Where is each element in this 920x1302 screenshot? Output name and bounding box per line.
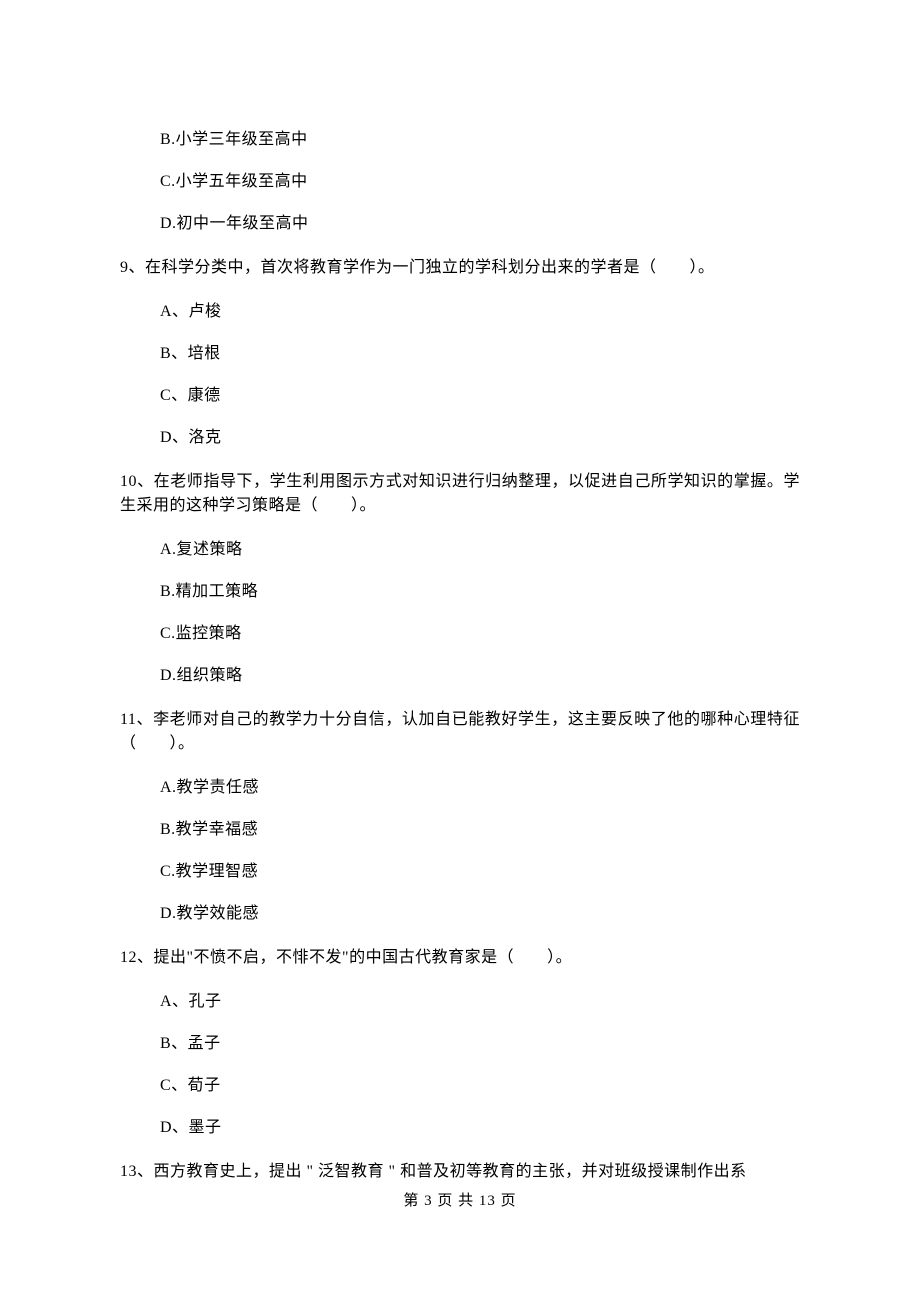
- pretext-option-d: D.初中一年级至高中: [160, 212, 800, 236]
- question-11-stem: 11、李老师对自己的教学力十分自信，认加自已能教好学生，这主要反映了他的哪种心理…: [120, 708, 800, 756]
- question-9-option-c: C、康德: [160, 384, 800, 408]
- question-11-option-a: A.教学责任感: [160, 776, 800, 800]
- pretext-option-c: C.小学五年级至高中: [160, 170, 800, 194]
- question-13-stem: 13、西方教育史上，提出 " 泛智教育 " 和普及初等教育的主张，并对班级授课制…: [120, 1160, 800, 1184]
- question-9-option-a: A、卢梭: [160, 300, 800, 324]
- page-footer: 第 3 页 共 13 页: [120, 1190, 800, 1213]
- question-10-option-d: D.组织策略: [160, 664, 800, 688]
- question-9-stem: 9、在科学分类中，首次将教育学作为一门独立的学科划分出来的学者是（ ）。: [120, 256, 800, 280]
- question-12-option-b: B、孟子: [160, 1032, 800, 1056]
- question-11-option-c: C.教学理智感: [160, 860, 800, 884]
- question-10-stem: 10、在老师指导下，学生利用图示方式对知识进行归纳整理，以促进自己所学知识的掌握…: [120, 470, 800, 518]
- question-11-option-d: D.教学效能感: [160, 902, 800, 926]
- question-12-stem: 12、提出"不愤不启，不悱不发"的中国古代教育家是（ ）。: [120, 946, 800, 970]
- question-11-option-b: B.教学幸福感: [160, 818, 800, 842]
- question-12-option-a: A、孔子: [160, 990, 800, 1014]
- question-9-option-b: B、培根: [160, 342, 800, 366]
- question-10-option-b: B.精加工策略: [160, 580, 800, 604]
- pretext-option-b: B.小学三年级至高中: [160, 128, 800, 152]
- question-12-option-c: C、荀子: [160, 1074, 800, 1098]
- question-9-option-d: D、洛克: [160, 426, 800, 450]
- question-12-option-d: D、墨子: [160, 1116, 800, 1140]
- question-10-option-a: A.复述策略: [160, 538, 800, 562]
- question-10-option-c: C.监控策略: [160, 622, 800, 646]
